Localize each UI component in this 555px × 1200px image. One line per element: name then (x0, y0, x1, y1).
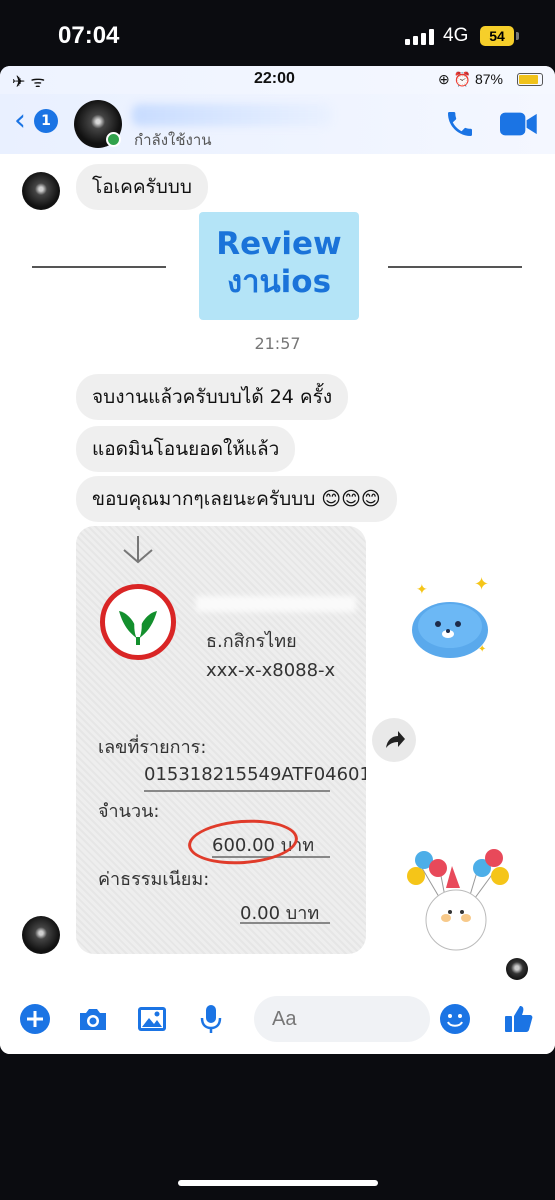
contact-name-blurred[interactable] (132, 104, 332, 126)
gallery-icon[interactable] (135, 1002, 169, 1036)
active-status: กำลังใช้งาน (134, 131, 212, 149)
inner-battery-icon (517, 73, 543, 86)
account-number: xxx-x-x8088-x (206, 660, 336, 681)
amount-label: จำนวน: (98, 801, 160, 822)
sender-avatar[interactable] (22, 172, 60, 210)
message-bubble[interactable]: ขอบคุณมากๆเลยนะครับบบ 😊😊😊 (76, 476, 397, 522)
divider-right (388, 266, 522, 268)
share-button[interactable] (372, 718, 416, 762)
message-composer: Aa (0, 984, 555, 1054)
phone-clock: 07:04 (58, 22, 120, 49)
fee-underline (240, 922, 330, 924)
camera-icon[interactable] (76, 1002, 110, 1036)
review-banner: Review งานios (199, 212, 359, 320)
seen-avatar (506, 958, 528, 980)
review-subtitle: งานios (226, 264, 332, 300)
kbank-logo (100, 584, 176, 660)
ref-underline (144, 790, 330, 792)
inner-status-bar: ✈ ᯤ 22:00 ⊕ ⏰ 87% (0, 66, 555, 94)
inner-clock: 22:00 (254, 70, 295, 87)
phone-battery: 54 (480, 26, 519, 46)
back-badge[interactable]: 1 (34, 109, 58, 133)
sender-name-blurred (196, 596, 356, 612)
message-bubble[interactable]: จบงานแล้วครับบบได้ 24 ครั้ง (76, 374, 349, 420)
mic-icon[interactable] (194, 1002, 228, 1036)
video-icon[interactable] (500, 110, 538, 138)
svg-text:✦: ✦ (474, 574, 489, 595)
online-indicator (106, 132, 121, 147)
home-indicator (178, 1180, 378, 1186)
like-icon[interactable] (502, 1002, 536, 1036)
signal-icon (405, 29, 435, 45)
chat-header: ‹ 1 กำลังใช้งาน (0, 94, 555, 154)
amount-highlight-circle (186, 816, 300, 868)
bank-name: ธ.กสิกรไทย (206, 631, 297, 652)
review-title: Review (216, 226, 342, 262)
sender-avatar[interactable] (22, 916, 60, 954)
back-chevron-icon[interactable]: ‹ (14, 106, 26, 136)
svg-text:✦: ✦ (416, 582, 428, 598)
share-icon (386, 731, 405, 748)
network-type: 4G (443, 25, 469, 46)
add-icon[interactable] (18, 1002, 52, 1036)
battery-percent-text: 87% (474, 71, 503, 87)
phone-status-bar: 07:04 4G 54 (0, 0, 555, 66)
message-bubble[interactable]: แอดมินโอนยอดให้แล้ว (76, 426, 296, 472)
transfer-slip-image[interactable]: ธ.กสิกรไทย xxx-x-x8088-x เลขที่รายการ: 0… (76, 526, 366, 954)
ref-value: 015318215549ATF04601 (144, 764, 366, 785)
message-bubble[interactable]: โอเคครับบบ (76, 164, 208, 210)
inner-battery-percent: ⊕ ⏰ 87% (438, 71, 503, 87)
fee-label: ค่าธรรมเนียม: (98, 869, 210, 890)
ref-label: เลขที่รายการ: (98, 737, 207, 758)
divider-left (32, 266, 166, 268)
emoji-icon[interactable] (438, 1002, 472, 1036)
messenger-screenshot: ✈ ᯤ 22:00 ⊕ ⏰ 87% ‹ 1 กำลังใช้งาน โอเคคร… (0, 66, 555, 1054)
call-icon[interactable] (444, 108, 476, 140)
airplane-wifi-icon: ✈ ᯤ (12, 72, 46, 91)
balloon-sticker[interactable] (402, 846, 514, 956)
message-input[interactable]: Aa (254, 996, 430, 1042)
arrow-down-icon (123, 536, 153, 564)
blue-seal-sticker[interactable]: ✦ ✦ ✦ (404, 572, 498, 662)
message-timestamp: 21:57 (254, 334, 301, 353)
